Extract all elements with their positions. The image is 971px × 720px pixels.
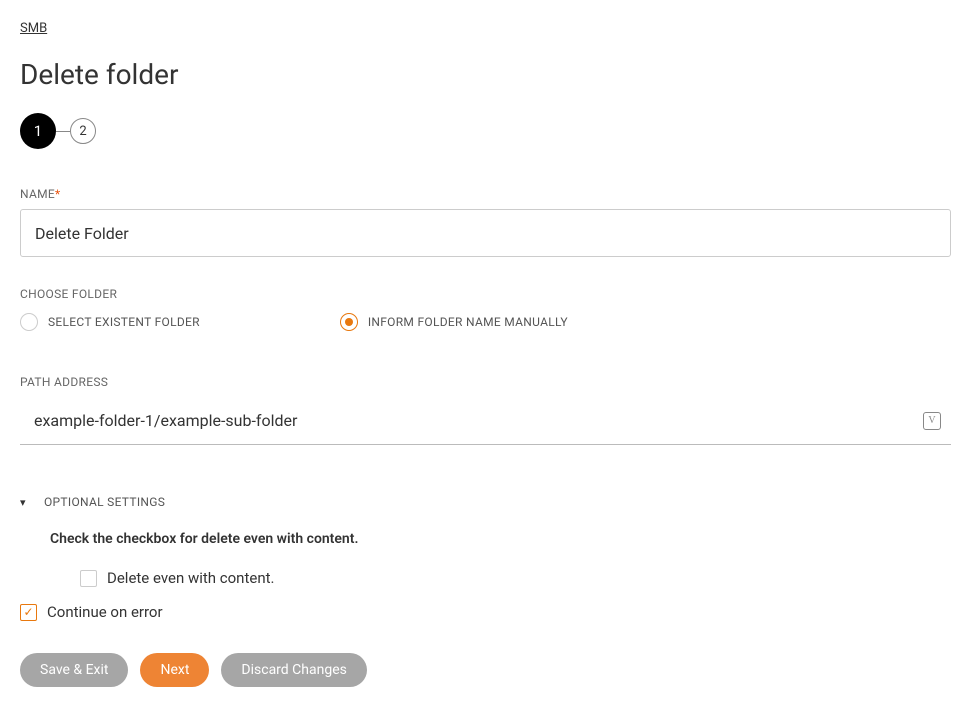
- optional-settings-toggle[interactable]: ▾ OPTIONAL SETTINGS: [20, 495, 951, 509]
- radio-circle-unselected: [20, 313, 38, 331]
- checkbox-continue-on-error[interactable]: Continue on error: [20, 603, 951, 621]
- wizard-stepper: 1 2: [20, 113, 951, 149]
- name-field-group: NAME*: [20, 187, 951, 257]
- name-input[interactable]: [20, 209, 951, 257]
- breadcrumb-smb[interactable]: SMB: [20, 21, 47, 36]
- discard-button[interactable]: Discard Changes: [221, 653, 366, 687]
- optional-help-text: Check the checkbox for delete even with …: [50, 531, 951, 547]
- radio-label-select-existent: SELECT EXISTENT FOLDER: [48, 315, 200, 329]
- next-button[interactable]: Next: [140, 653, 209, 687]
- step-1[interactable]: 1: [20, 113, 56, 149]
- delete-even-label: Delete even with content.: [107, 569, 274, 587]
- radio-select-existent[interactable]: SELECT EXISTENT FOLDER: [20, 313, 200, 331]
- optional-settings-title: OPTIONAL SETTINGS: [44, 495, 165, 509]
- continue-on-error-label: Continue on error: [47, 603, 163, 621]
- checkbox-box-unchecked: [80, 570, 97, 587]
- step-connector: [56, 131, 70, 132]
- action-buttons: Save & Exit Next Discard Changes: [20, 653, 951, 687]
- step-2[interactable]: 2: [70, 118, 96, 144]
- path-label: PATH ADDRESS: [20, 375, 951, 389]
- checkbox-box-checked: [20, 604, 37, 621]
- required-asterisk: *: [55, 187, 60, 201]
- name-label-text: NAME: [20, 187, 55, 201]
- choose-folder-label: CHOOSE FOLDER: [20, 287, 951, 301]
- page-title: Delete folder: [20, 58, 951, 91]
- radio-inform-manually[interactable]: INFORM FOLDER NAME MANUALLY: [340, 313, 568, 331]
- checkbox-delete-even[interactable]: Delete even with content.: [80, 569, 951, 587]
- name-label: NAME*: [20, 187, 951, 201]
- variable-icon[interactable]: V: [923, 412, 941, 430]
- choose-folder-radios: SELECT EXISTENT FOLDER INFORM FOLDER NAM…: [20, 313, 951, 331]
- choose-folder-group: CHOOSE FOLDER SELECT EXISTENT FOLDER INF…: [20, 287, 951, 331]
- save-exit-button[interactable]: Save & Exit: [20, 653, 128, 687]
- chevron-down-icon: ▾: [20, 496, 34, 509]
- path-input[interactable]: [20, 397, 951, 445]
- path-field-group: PATH ADDRESS V: [20, 375, 951, 445]
- path-input-wrapper: V: [20, 397, 951, 445]
- radio-label-inform-manually: INFORM FOLDER NAME MANUALLY: [368, 315, 568, 329]
- radio-circle-selected: [340, 313, 358, 331]
